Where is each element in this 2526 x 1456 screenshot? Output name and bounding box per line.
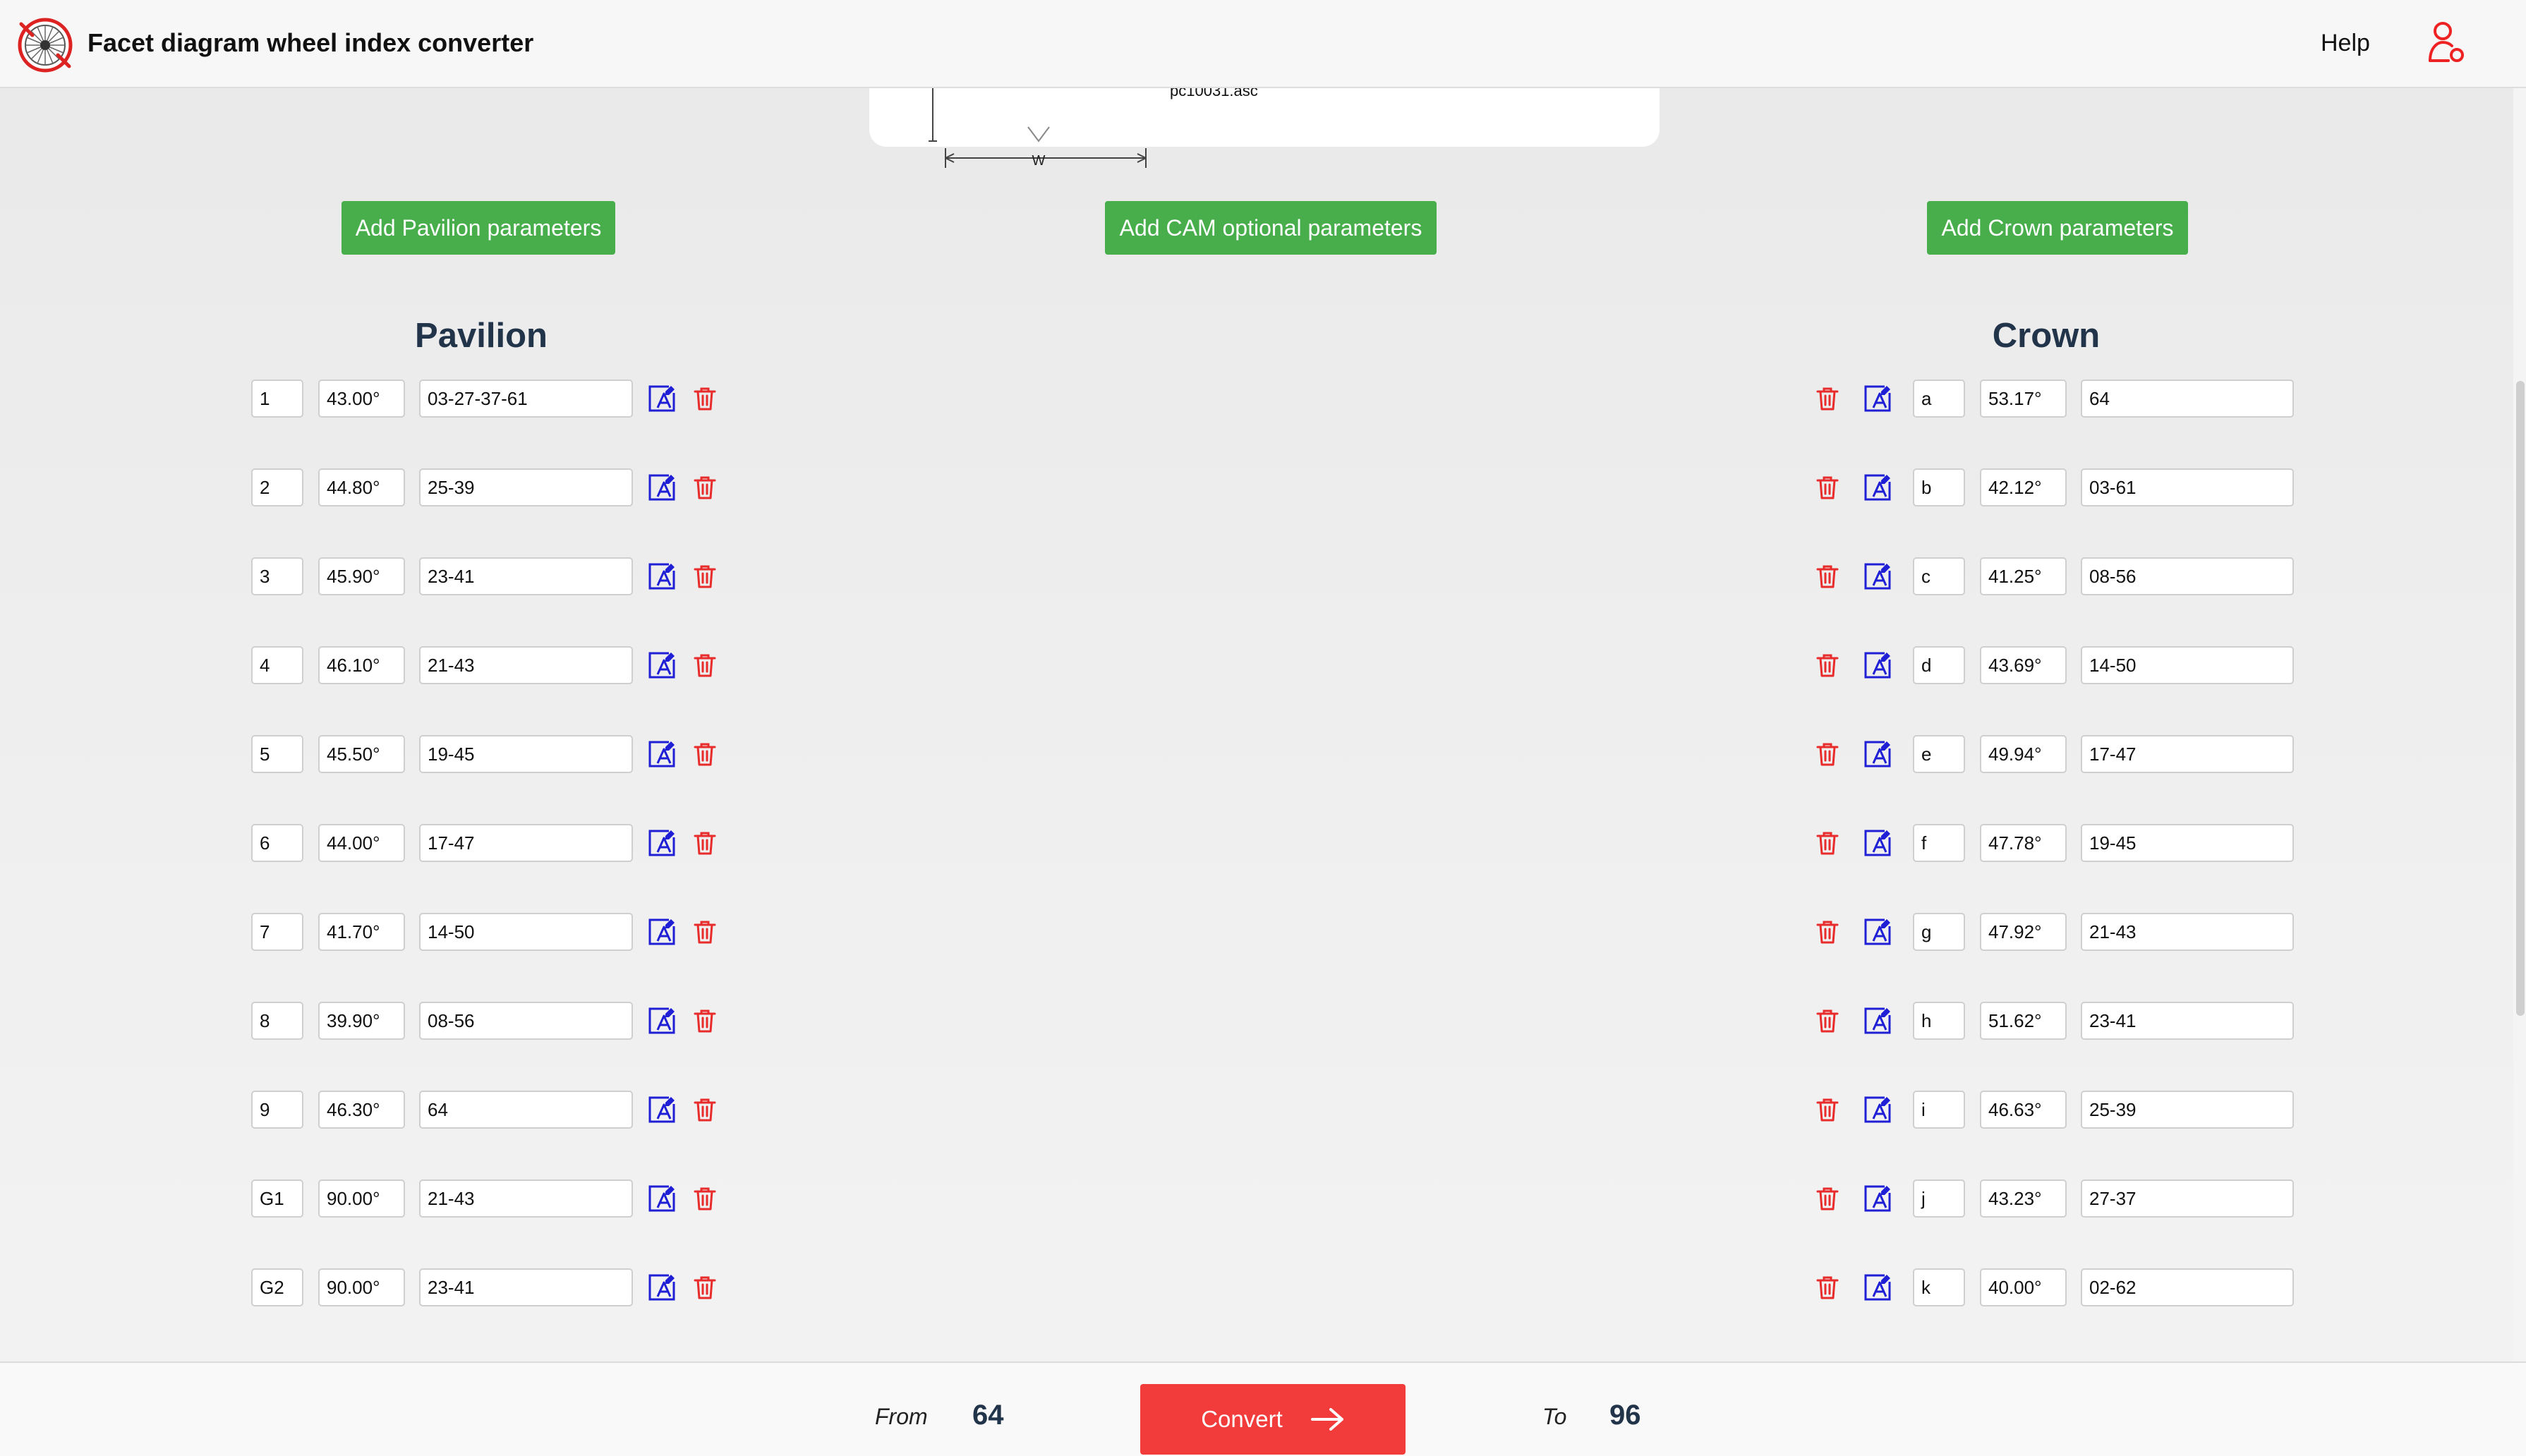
- edit-index-icon[interactable]: [1863, 828, 1892, 858]
- trash-icon[interactable]: [1813, 473, 1842, 502]
- crown-angle-input[interactable]: 46.63°: [1980, 1091, 2067, 1129]
- crown-angle-input[interactable]: 53.17°: [1980, 380, 2067, 418]
- crown-row: j 43.23° 27-37: [0, 1179, 2526, 1218]
- crown-row: g 47.92° 21-43: [0, 913, 2526, 951]
- crown-angle-input[interactable]: 51.62°: [1980, 1002, 2067, 1040]
- add-pavilion-button[interactable]: Add Pavilion parameters: [342, 201, 615, 255]
- crown-index-input[interactable]: 25-39: [2081, 1091, 2294, 1129]
- convert-button[interactable]: Convert: [1140, 1384, 1406, 1455]
- from-value: 64: [972, 1400, 1004, 1431]
- app-title: Facet diagram wheel index converter: [87, 28, 534, 57]
- crown-row: c 41.25° 08-56: [0, 557, 2526, 595]
- crown-row: d 43.69° 14-50: [0, 646, 2526, 684]
- crown-angle-input[interactable]: 43.23°: [1980, 1179, 2067, 1218]
- crown-facet-id-input[interactable]: e: [1913, 735, 1965, 773]
- crown-row: h 51.62° 23-41: [0, 1002, 2526, 1040]
- crown-facet-id-input[interactable]: d: [1913, 646, 1965, 684]
- crown-facet-id-input[interactable]: f: [1913, 824, 1965, 862]
- edit-index-icon[interactable]: [1863, 1273, 1892, 1302]
- add-cam-button[interactable]: Add CAM optional parameters: [1105, 201, 1437, 255]
- crown-facet-id-input[interactable]: k: [1913, 1268, 1965, 1306]
- to-label: To: [1542, 1404, 1567, 1429]
- scrollbar-thumb[interactable]: [2516, 381, 2525, 1016]
- crown-row: a 53.17° 64: [0, 380, 2526, 418]
- edit-index-icon[interactable]: [1863, 650, 1892, 680]
- edit-index-icon[interactable]: [1863, 917, 1892, 947]
- crown-index-input[interactable]: 02-62: [2081, 1268, 2294, 1306]
- trash-icon[interactable]: [1813, 1273, 1842, 1302]
- crown-row: b 42.12° 03-61: [0, 468, 2526, 506]
- trash-icon[interactable]: [1813, 828, 1842, 858]
- width-label: W: [1032, 153, 1046, 169]
- arrow-right-icon: [1310, 1408, 1343, 1431]
- crown-index-input[interactable]: 19-45: [2081, 824, 2294, 862]
- crown-row: f 47.78° 19-45: [0, 824, 2526, 862]
- crown-angle-input[interactable]: 41.25°: [1980, 557, 2067, 595]
- edit-index-icon[interactable]: [1863, 1184, 1892, 1213]
- edit-index-icon[interactable]: [1863, 739, 1892, 769]
- help-link[interactable]: Help: [2321, 30, 2370, 57]
- crown-title: Crown: [1992, 317, 2101, 355]
- trash-icon[interactable]: [1813, 650, 1842, 680]
- trash-icon[interactable]: [1813, 1095, 1842, 1124]
- crown-index-input[interactable]: 27-37: [2081, 1179, 2294, 1218]
- crown-angle-input[interactable]: 40.00°: [1980, 1268, 2067, 1306]
- crown-index-input[interactable]: 08-56: [2081, 557, 2294, 595]
- trash-icon[interactable]: [1813, 917, 1842, 947]
- crown-facet-id-input[interactable]: i: [1913, 1091, 1965, 1129]
- crown-facet-id-input[interactable]: g: [1913, 913, 1965, 951]
- crown-angle-input[interactable]: 47.92°: [1980, 913, 2067, 951]
- crown-angle-input[interactable]: 43.69°: [1980, 646, 2067, 684]
- edit-index-icon[interactable]: [1863, 562, 1892, 591]
- crown-facet-id-input[interactable]: b: [1913, 468, 1965, 506]
- trash-icon[interactable]: [1813, 739, 1842, 769]
- crown-index-input[interactable]: 14-50: [2081, 646, 2294, 684]
- crown-facet-id-input[interactable]: a: [1913, 380, 1965, 418]
- crown-facet-id-input[interactable]: c: [1913, 557, 1965, 595]
- crown-index-input[interactable]: 17-47: [2081, 735, 2294, 773]
- trash-icon[interactable]: [1813, 1006, 1842, 1036]
- crown-facet-id-input[interactable]: h: [1913, 1002, 1965, 1040]
- convert-label: Convert: [1201, 1406, 1283, 1432]
- crown-row: i 46.63° 25-39: [0, 1091, 2526, 1129]
- edit-index-icon[interactable]: [1863, 384, 1892, 413]
- edit-index-icon[interactable]: [1863, 473, 1892, 502]
- add-crown-button[interactable]: Add Crown parameters: [1927, 201, 2188, 255]
- facet-diagram-drawing: W: [929, 85, 1147, 169]
- trash-icon[interactable]: [1813, 384, 1842, 413]
- crown-angle-input[interactable]: 49.94°: [1980, 735, 2067, 773]
- crown-angle-input[interactable]: 47.78°: [1980, 824, 2067, 862]
- crown-angle-input[interactable]: 42.12°: [1980, 468, 2067, 506]
- trash-icon[interactable]: [1813, 562, 1842, 591]
- from-label: From: [875, 1404, 928, 1429]
- crown-facet-id-input[interactable]: j: [1913, 1179, 1965, 1218]
- pavilion-title: Pavilion: [415, 317, 548, 355]
- edit-index-icon[interactable]: [1863, 1095, 1892, 1124]
- wheel-logo-icon[interactable]: [17, 17, 73, 73]
- crown-row: k 40.00° 02-62: [0, 1268, 2526, 1306]
- trash-icon[interactable]: [1813, 1184, 1842, 1213]
- crown-index-input[interactable]: 64: [2081, 380, 2294, 418]
- convert-bar: From 64 Convert To 96: [0, 1361, 2526, 1456]
- crown-row: e 49.94° 17-47: [0, 735, 2526, 773]
- user-settings-icon[interactable]: [2427, 20, 2468, 66]
- crown-index-input[interactable]: 21-43: [2081, 913, 2294, 951]
- app-header: Facet diagram wheel index converter Help: [0, 0, 2526, 88]
- edit-index-icon[interactable]: [1863, 1006, 1892, 1036]
- to-value: 96: [1609, 1400, 1641, 1431]
- crown-index-input[interactable]: 23-41: [2081, 1002, 2294, 1040]
- crown-index-input[interactable]: 03-61: [2081, 468, 2294, 506]
